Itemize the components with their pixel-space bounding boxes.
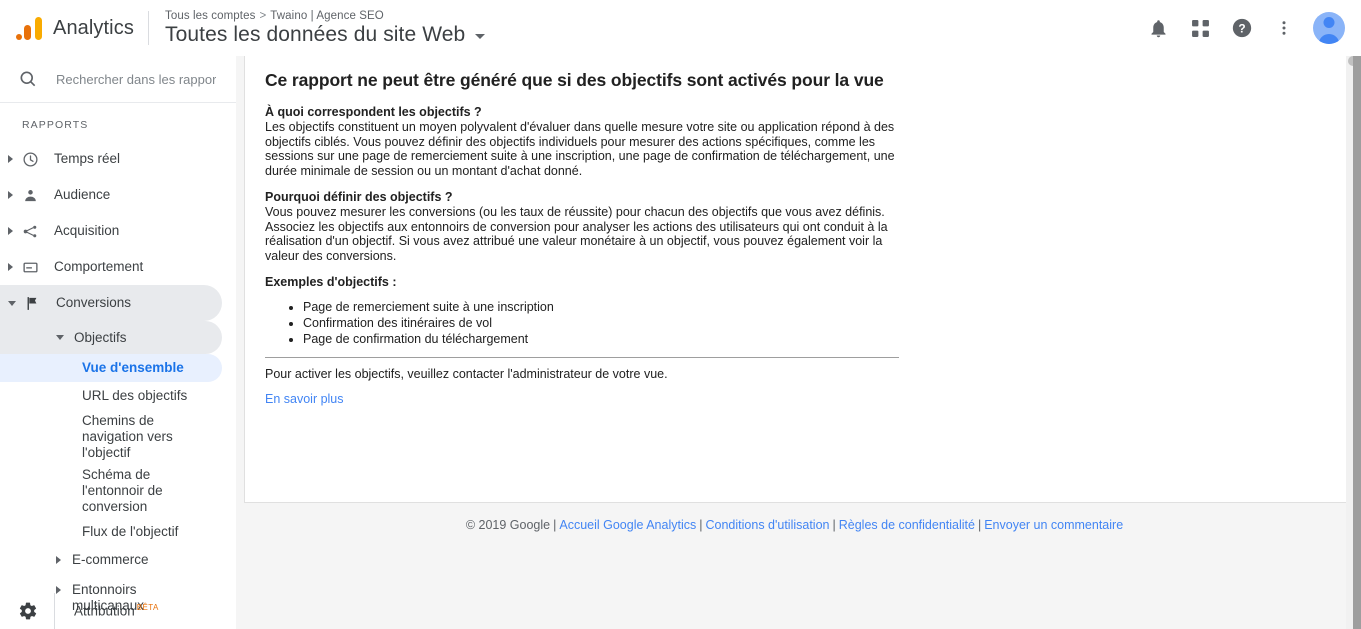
footer-separator: | [977, 518, 982, 532]
sidebar-item-comportement[interactable]: Comportement [0, 249, 222, 285]
search-icon [20, 71, 36, 87]
view-title: Toutes les données du site Web [165, 22, 466, 46]
sidebar-subitem-label: E-commerce [72, 552, 149, 567]
help-circle-icon: ? [1232, 18, 1252, 38]
brand-name: Analytics [53, 16, 134, 39]
notifications-button[interactable] [1137, 7, 1179, 49]
chevron-down-icon [56, 335, 64, 340]
chevron-down-icon [475, 34, 486, 39]
attribution-label: Attribution [74, 603, 135, 619]
sidebar-subitem-ecommerce[interactable]: E-commerce [0, 546, 222, 576]
sidebar-item-label: Comportement [54, 259, 144, 274]
list-item: Confirmation des itinéraires de vol [303, 315, 1329, 331]
sidebar-item-label: Temps réel [54, 151, 121, 166]
header-titles: Tous les comptes > Twaino | Agence SEO Tou… [165, 10, 486, 47]
help-button[interactable]: ? [1221, 7, 1263, 49]
chevron-right-icon [8, 227, 13, 235]
sidebar-footer-divider [54, 593, 55, 629]
flag-icon [22, 293, 42, 313]
sidebar-item-schema-entonnoir[interactable]: Schéma de l'entonnoir de conversion [0, 464, 222, 518]
clock-icon [20, 149, 40, 169]
sidebar-search-row [0, 56, 236, 103]
sidebar: RAPPORTS Temps réel Audience [0, 56, 236, 629]
sidebar-item-url-des-objectifs[interactable]: URL des objectifs [0, 382, 222, 410]
examples-list: Page de remerciement suite à une inscrip… [265, 299, 1329, 347]
app-header: Analytics Tous les comptes > Twaino | Agen… [0, 0, 1361, 56]
avatar[interactable] [1313, 12, 1345, 44]
chevron-right-icon [8, 191, 13, 199]
breadcrumb-separator: > [259, 9, 267, 22]
apps-button[interactable] [1179, 7, 1221, 49]
sidebar-item-label: Acquisition [54, 223, 120, 238]
sidebar-section-label: RAPPORTS [22, 119, 89, 131]
sidebar-footer: Attribution BÊTA [0, 593, 236, 629]
more-options-button[interactable] [1263, 7, 1305, 49]
sidebar-subitem-label: Objectifs [74, 329, 127, 345]
sidebar-item-audience[interactable]: Audience [0, 177, 222, 213]
view-selector[interactable]: Toutes les données du site Web [165, 22, 486, 47]
beta-badge: BÊTA [136, 603, 159, 613]
report-empty-state-card: Ce rapport ne peut être généré que si de… [244, 56, 1350, 503]
scrollbar-right-edge [1353, 56, 1361, 629]
person-icon [20, 185, 40, 205]
learn-more-link[interactable]: En savoir plus [265, 392, 344, 406]
main-content: Ce rapport ne peut être généré que si de… [236, 56, 1353, 629]
page-title: Ce rapport ne peut être généré que si de… [265, 70, 884, 90]
search-input[interactable] [54, 70, 218, 88]
section-body-2: Vous pouvez mesurer les conversions (ou … [265, 205, 888, 263]
sidebar-item-attribution[interactable]: Attribution BÊTA [74, 603, 159, 619]
breadcrumb-account[interactable]: Tous les comptes [165, 10, 255, 22]
share-nodes-icon [20, 221, 40, 241]
footer-separator: | [699, 518, 703, 532]
more-vertical-icon [1282, 21, 1286, 35]
sidebar-subitem-objectifs[interactable]: Objectifs [0, 321, 222, 354]
sidebar-item-flux-de-lobjectif[interactable]: Flux de l'objectif [0, 518, 222, 546]
google-analytics-logo-icon [14, 13, 44, 43]
chevron-right-icon [8, 263, 13, 271]
header-divider [148, 11, 149, 45]
chevron-down-icon [8, 300, 16, 306]
list-item: Page de confirmation du téléchargement [303, 331, 1329, 347]
browser-card-icon [20, 257, 40, 277]
divider [265, 357, 899, 358]
footer-link-home[interactable]: Accueil Google Analytics [559, 518, 696, 532]
brand-area[interactable]: Analytics [0, 13, 146, 43]
list-item: Page de remerciement suite à une inscrip… [303, 299, 1329, 315]
admin-note: Pour activer les objectifs, veuillez con… [265, 367, 668, 381]
footer-link-terms[interactable]: Conditions d'utilisation [706, 518, 830, 532]
svg-text:?: ? [1238, 22, 1245, 36]
apps-grid-icon [1191, 19, 1209, 37]
breadcrumb-property[interactable]: Twaino | Agence SEO [270, 10, 384, 22]
footer-link-privacy[interactable]: Règles de confidentialité [839, 518, 975, 532]
examples-title: Exemples d'objectifs : [265, 275, 397, 289]
chevron-right-icon [8, 155, 13, 163]
sidebar-item-label: Audience [54, 187, 111, 202]
sidebar-item-acquisition[interactable]: Acquisition [0, 213, 222, 249]
sidebar-item-temps-reel[interactable]: Temps réel [0, 141, 222, 177]
sidebar-item-chemins-de-navigation[interactable]: Chemins de navigation vers l'objectif [0, 410, 222, 464]
sidebar-item-vue-densemble[interactable]: Vue d'ensemble [0, 354, 222, 382]
sidebar-item-conversions[interactable]: Conversions [0, 285, 222, 321]
header-actions: ? [1137, 7, 1361, 49]
gear-icon[interactable] [18, 601, 38, 621]
section-body-1: Les objectifs constituent un moyen polyv… [265, 120, 895, 178]
footer-separator: | [553, 518, 557, 532]
section-title-1: À quoi correspondent les objectifs ? [265, 105, 482, 119]
footer-separator: | [832, 518, 836, 532]
footer-link-feedback[interactable]: Envoyer un commentaire [984, 518, 1123, 532]
sidebar-item-label: Conversions [56, 295, 132, 310]
copyright-text: © 2019 Google [465, 518, 551, 532]
bell-icon [1151, 19, 1165, 37]
section-title-2: Pourquoi définir des objectifs ? [265, 190, 453, 204]
breadcrumb: Tous les comptes > Twaino | Agence SEO [165, 10, 485, 22]
page-footer: © 2019 Google | Accueil Google Analytics | C… [236, 518, 1353, 532]
chevron-right-icon [56, 556, 61, 564]
